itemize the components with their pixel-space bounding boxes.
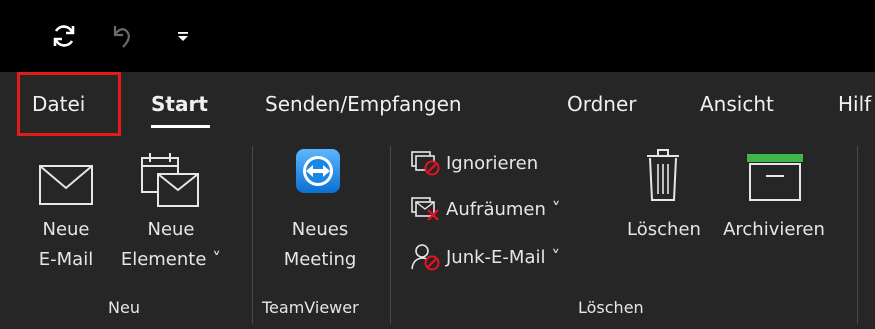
tab-ordner[interactable]: Ordner (567, 92, 637, 116)
cleanup-button[interactable]: Aufräumen ˅ (410, 194, 561, 224)
new-meeting-label-1: Neues (291, 219, 349, 240)
junk-icon (411, 244, 440, 271)
tab-senden-empfangen[interactable]: Senden/Empfangen (265, 92, 462, 116)
tab-start[interactable]: Start (151, 92, 208, 116)
envelope-icon (39, 165, 93, 205)
new-meeting-label-2: Meeting (283, 249, 357, 270)
group-label-teamviewer: TeamViewer (262, 298, 359, 317)
new-items-icon (141, 153, 199, 207)
ignore-button[interactable]: Ignorieren (410, 148, 538, 178)
archive-button[interactable]: Archivieren (712, 146, 836, 256)
junk-label: Junk-E-Mail ˅ (446, 246, 561, 268)
tab-ansicht[interactable]: Ansicht (700, 92, 774, 116)
new-items-label-2: Elemente ˅ (120, 249, 222, 270)
teamviewer-icon (296, 149, 340, 193)
customize-qat-icon[interactable] (168, 16, 198, 56)
active-tab-indicator (151, 125, 210, 128)
group-label-neu: Neu (108, 298, 140, 317)
new-items-label-1: Neue (147, 219, 195, 240)
ignore-label: Ignorieren (446, 152, 539, 174)
group-label-loeschen: Löschen (578, 298, 644, 317)
delete-button[interactable]: Löschen (615, 146, 713, 256)
group-separator (390, 146, 391, 324)
new-email-label-1: Neue (42, 219, 90, 240)
group-separator (252, 146, 253, 324)
group-separator (857, 146, 858, 324)
tab-hilfe[interactable]: Hilf (838, 92, 871, 116)
new-email-label-2: E-Mail (38, 249, 94, 270)
title-bar (0, 0, 875, 72)
archive-label: Archivieren (723, 219, 825, 240)
new-items-button[interactable]: Neue Elemente ˅ (110, 146, 232, 286)
highlight-box (17, 72, 121, 136)
new-email-button[interactable]: Neue E-Mail (28, 146, 104, 286)
archive-icon (747, 154, 803, 201)
trash-icon (647, 149, 679, 201)
cleanup-icon (411, 197, 439, 221)
ignore-icon (411, 151, 440, 176)
cleanup-label: Aufräumen ˅ (446, 198, 561, 220)
ribbon-tabs: Datei Start Senden/Empfangen Ordner Ansi… (0, 72, 875, 136)
delete-label: Löschen (627, 219, 701, 240)
junk-email-button[interactable]: Junk-E-Mail ˅ (410, 242, 560, 272)
sync-icon[interactable] (44, 16, 84, 56)
undo-icon[interactable] (100, 16, 140, 56)
new-meeting-button[interactable]: Neues Meeting (265, 146, 375, 286)
